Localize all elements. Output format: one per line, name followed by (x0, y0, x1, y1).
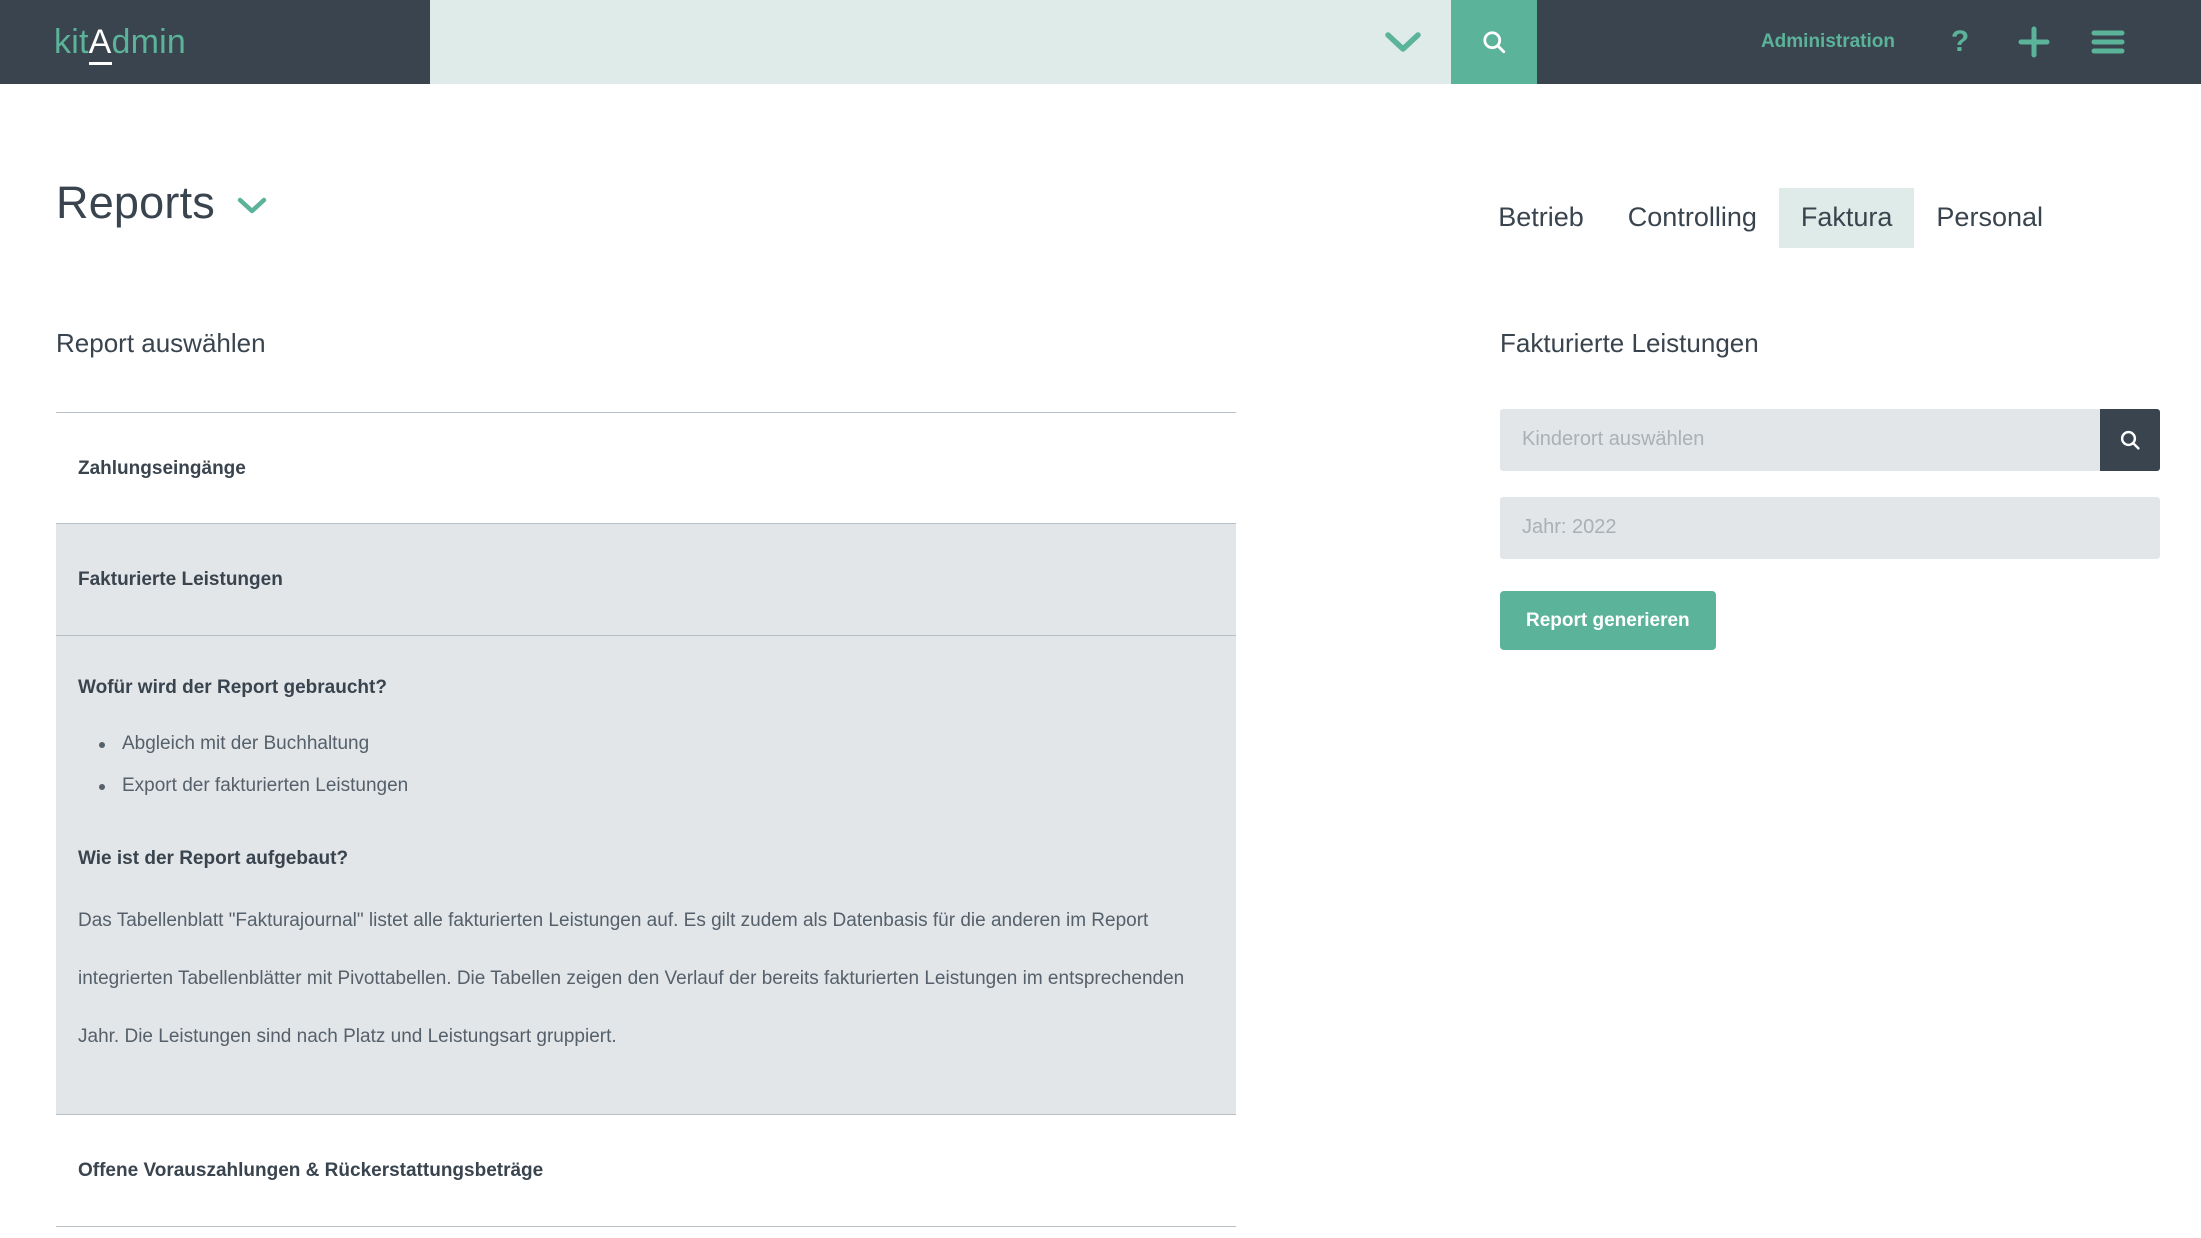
jahr-input[interactable] (1500, 496, 2160, 559)
detail-paragraph: Das Tabellenblatt "Fakturajournal" liste… (78, 909, 1185, 1047)
chevron-down-icon (1384, 32, 1421, 52)
report-row-label: Offene Vorauszahlungen & Rückerstattungs… (78, 1159, 544, 1181)
app-header: kitAdmin Administration ? (0, 0, 2201, 84)
report-form-title: Fakturierte Leistungen (1500, 327, 1759, 358)
brand-part-2: A (88, 23, 112, 65)
page-body: Reports Betrieb Controlling Faktura Pers… (0, 84, 2201, 1238)
detail-purpose-list: Abgleich mit der Buchhaltung Export der … (78, 723, 1210, 807)
kinderort-field-group (1500, 408, 2160, 471)
detail-heading-purpose: Wofür wird der Report gebraucht? (78, 676, 387, 698)
nav-administration[interactable]: Administration (1733, 0, 1923, 84)
menu-icon[interactable] (2071, 0, 2145, 84)
kinderort-search-button[interactable] (2100, 408, 2160, 471)
tab-betrieb[interactable]: Betrieb (1476, 188, 1606, 248)
report-row-offene-vorauszahlungen[interactable]: Offene Vorauszahlungen & Rückerstattungs… (56, 1115, 1236, 1227)
page-title-group: Reports (56, 180, 267, 225)
header-nav: Administration ? (1537, 0, 2201, 84)
search-icon (2120, 430, 2140, 450)
search-icon (1483, 31, 1506, 54)
global-search (430, 0, 1537, 84)
add-icon[interactable] (1997, 0, 2071, 84)
brand-part-3: dmin (111, 23, 186, 61)
report-list: Zahlungseingänge Fakturierte Leistungen … (56, 411, 1236, 1238)
section-title-report-select: Report auswählen (56, 327, 266, 358)
report-row-zahlungseingaenge[interactable]: Zahlungseingänge (56, 413, 1236, 524)
hamburger-icon (2091, 30, 2125, 54)
detail-heading-structure: Wie ist der Report aufgebaut? (78, 847, 349, 869)
report-detail-panel: Wofür wird der Report gebraucht? Abgleic… (56, 635, 1236, 1115)
report-row-fakturierte-leistungen[interactable]: Fakturierte Leistungen (56, 522, 1236, 636)
report-parameters-panel: Fakturierte Leistungen Report generieren (1236, 330, 2160, 650)
tab-personal[interactable]: Personal (1914, 188, 2065, 248)
generate-report-button[interactable]: Report generieren (1500, 590, 1716, 650)
brand-text: kitAdmin (54, 23, 186, 65)
global-search-dropdown-toggle[interactable] (1354, 0, 1451, 84)
content-columns: Report auswählen Zahlungseingänge Faktur… (56, 248, 2160, 1238)
report-category-tabs: Betrieb Controlling Faktura Personal (1476, 180, 2065, 248)
tab-faktura[interactable]: Faktura (1778, 188, 1915, 248)
report-row-label: Zahlungseingänge (78, 457, 246, 479)
tab-controlling[interactable]: Controlling (1606, 188, 1779, 248)
brand-part-1: kit (54, 23, 89, 61)
help-icon[interactable]: ? (1923, 0, 1997, 84)
global-search-submit-button[interactable] (1451, 0, 1537, 84)
chevron-down-icon (237, 197, 267, 214)
plus-icon (2018, 26, 2050, 58)
global-search-input[interactable] (430, 0, 1354, 84)
page-title-dropdown-toggle[interactable] (237, 190, 267, 215)
list-item: Abgleich mit der Buchhaltung (99, 723, 1210, 765)
brand-logo[interactable]: kitAdmin (0, 0, 430, 84)
page-title: Reports (56, 177, 215, 228)
report-selection-panel: Report auswählen Zahlungseingänge Faktur… (56, 330, 1236, 1238)
report-row-offene-posten[interactable]: Offene Posten (56, 1227, 1236, 1238)
report-row-label: Fakturierte Leistungen (78, 568, 283, 590)
list-item: Export der fakturierten Leistungen (99, 765, 1210, 807)
kinderort-input[interactable] (1500, 408, 2100, 471)
page-header-row: Reports Betrieb Controlling Faktura Pers… (56, 84, 2145, 248)
